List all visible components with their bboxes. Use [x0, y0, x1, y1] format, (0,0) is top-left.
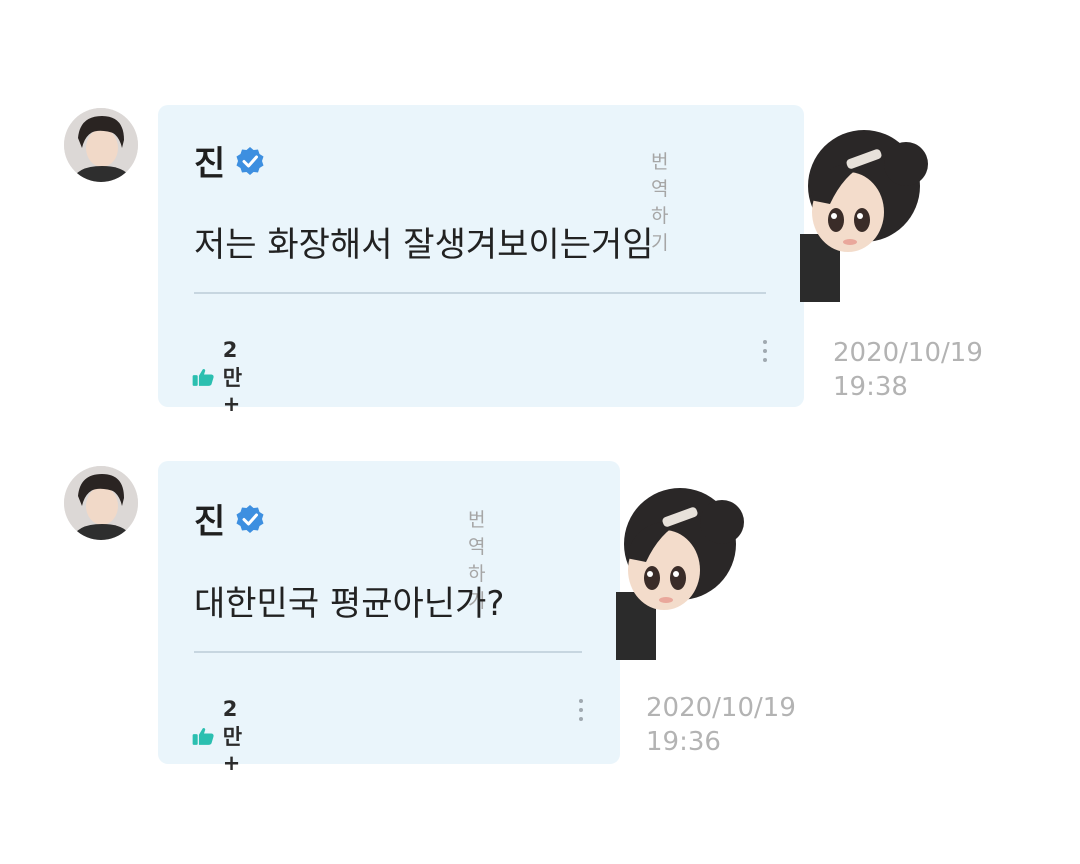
translate-button[interactable]: 번역하기 [651, 147, 668, 255]
more-vertical-icon[interactable] [578, 699, 584, 721]
character-sticker [800, 130, 928, 302]
message-text: 저는 화장해서 잘생겨보이는거임 [194, 225, 654, 265]
timestamp-date: 2020/10/19 [833, 338, 983, 368]
author-label: 진 [194, 502, 226, 542]
more-vertical-icon[interactable] [762, 340, 768, 362]
thumbs-up-icon [192, 727, 214, 745]
author-name: 진 [194, 136, 265, 185]
verified-badge-icon [236, 146, 264, 175]
divider [194, 292, 766, 294]
divider [194, 651, 582, 653]
like-count: 2만+ [222, 697, 243, 775]
timestamp: 2020/10/19 19:38 [833, 336, 983, 404]
verified-badge-icon [236, 504, 264, 533]
thumbs-up-icon [192, 368, 214, 386]
timestamp-time: 19:38 [833, 372, 908, 402]
like-button[interactable]: 2만+ [192, 697, 255, 775]
timestamp-date: 2020/10/19 [646, 693, 796, 723]
like-button[interactable]: 2만+ [192, 338, 255, 416]
timestamp: 2020/10/19 19:36 [646, 691, 796, 759]
timestamp-time: 19:36 [646, 727, 721, 757]
like-count: 2만+ [222, 338, 243, 416]
avatar[interactable] [64, 466, 138, 540]
avatar[interactable] [64, 108, 138, 182]
message-text: 대한민국 평균아닌가? [194, 584, 505, 624]
author-name: 진 [194, 494, 265, 543]
character-sticker [616, 488, 744, 660]
author-label: 진 [194, 144, 226, 184]
